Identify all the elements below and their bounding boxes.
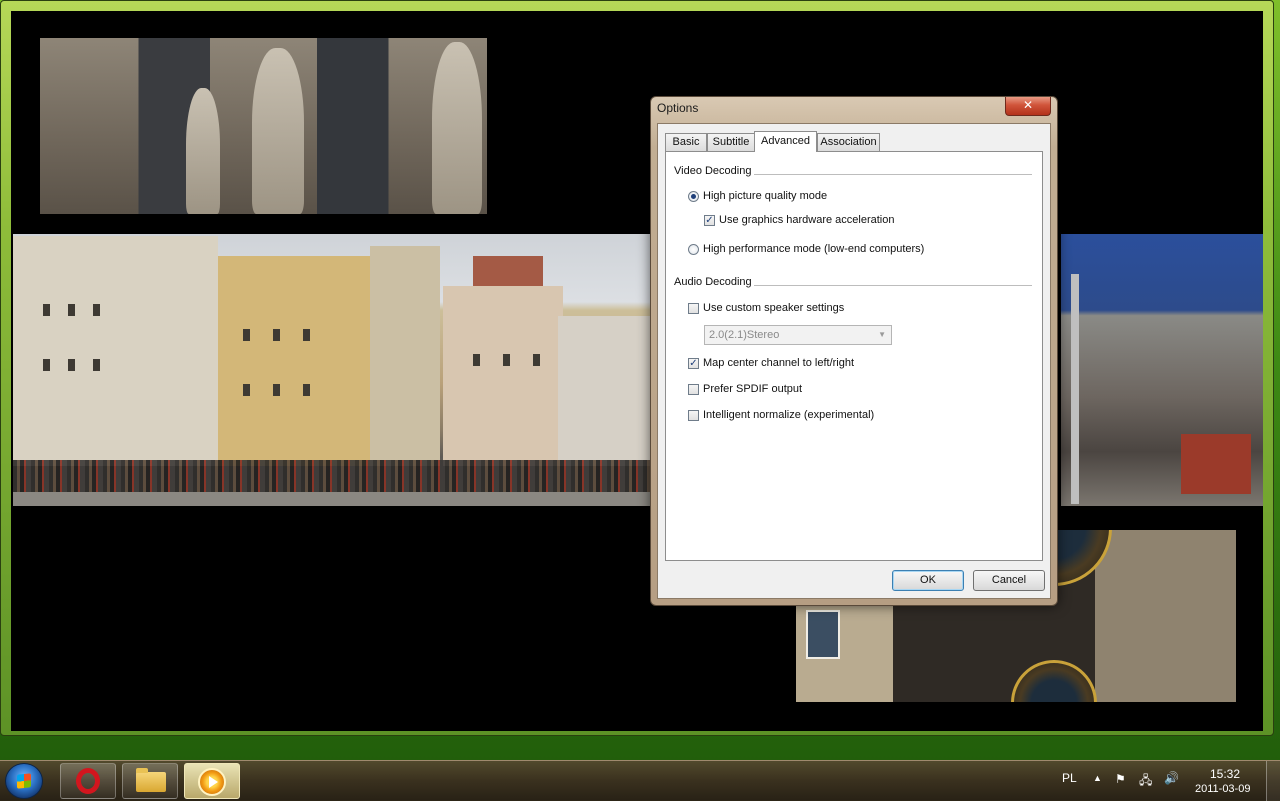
options-dialog: Options ✕ Basic Subtitle Advanced Associ…: [650, 96, 1058, 606]
speaker-config-select[interactable]: 2.0(2.1)Stereo ▼: [704, 325, 892, 345]
tab-association[interactable]: Association: [817, 133, 880, 151]
high-performance-option[interactable]: High performance mode (low-end computers…: [688, 243, 924, 255]
taskbar: PL ▲ ⚑ 🖧 🔊 15:32 2011-03-09: [0, 760, 1280, 801]
tab-advanced[interactable]: Advanced: [754, 131, 817, 152]
video-area[interactable]: [11, 11, 1263, 731]
network-icon[interactable]: 🖧: [1139, 771, 1152, 792]
high-performance-label: High performance mode (low-end computers…: [703, 243, 925, 255]
hw-accel-option[interactable]: ✓ Use graphics hardware acceleration: [704, 214, 894, 226]
language-indicator[interactable]: PL: [1062, 771, 1077, 785]
audio-decoding-label: Audio Decoding: [674, 276, 752, 288]
opera-icon: [76, 768, 100, 794]
taskbar-explorer[interactable]: [122, 763, 178, 799]
taskbar-media-player[interactable]: [184, 763, 240, 799]
hw-accel-label: Use graphics hardware acceleration: [719, 214, 895, 226]
custom-speaker-label: Use custom speaker settings: [703, 302, 845, 314]
map-center-label: Map center channel to left/right: [703, 357, 855, 369]
windows-explorer-icon: [136, 768, 166, 792]
tab-subtitle[interactable]: Subtitle: [707, 133, 755, 151]
action-center-flag-icon[interactable]: ⚑: [1115, 772, 1126, 786]
speaker-config-value: 2.0(2.1)Stereo: [709, 329, 780, 341]
statues-photo: [40, 38, 487, 214]
high-quality-option[interactable]: High picture quality mode: [688, 190, 827, 202]
high-quality-label: High picture quality mode: [703, 190, 828, 202]
audio-decoding-divider: [754, 285, 1032, 286]
volume-icon[interactable]: 🔊: [1164, 771, 1179, 785]
dialog-body: Basic Subtitle Advanced Association Vide…: [657, 123, 1051, 599]
show-hidden-icons-icon[interactable]: ▲: [1093, 773, 1102, 783]
prefer-spdif-option[interactable]: Prefer SPDIF output: [688, 383, 802, 395]
intelligent-normalize-checkbox[interactable]: [688, 409, 699, 421]
map-center-option[interactable]: ✓ Map center channel to left/right: [688, 357, 854, 369]
high-performance-radio[interactable]: [688, 243, 699, 255]
player-window: [0, 0, 1274, 736]
media-player-icon: [198, 768, 226, 796]
map-center-checkbox[interactable]: ✓: [688, 357, 699, 369]
intelligent-normalize-option[interactable]: Intelligent normalize (experimental): [688, 409, 874, 421]
custom-speaker-checkbox[interactable]: [688, 302, 699, 314]
chevron-down-icon: ▼: [878, 330, 886, 339]
clock-time[interactable]: 15:32: [1210, 767, 1240, 781]
close-button[interactable]: ✕: [1005, 97, 1051, 116]
cancel-button[interactable]: Cancel: [973, 570, 1045, 591]
video-decoding-label: Video Decoding: [674, 165, 752, 177]
hw-accel-checkbox[interactable]: ✓: [704, 214, 715, 226]
intelligent-normalize-label: Intelligent normalize (experimental): [703, 409, 875, 421]
taskbar-opera[interactable]: [60, 763, 116, 799]
ok-button[interactable]: OK: [892, 570, 964, 591]
prefer-spdif-label: Prefer SPDIF output: [703, 383, 803, 395]
clock-date[interactable]: 2011-03-09: [1195, 783, 1250, 795]
start-button[interactable]: [5, 763, 43, 799]
old-town-square-photo: [13, 234, 650, 506]
market-stall-photo: [1061, 234, 1263, 506]
high-quality-radio[interactable]: [688, 190, 699, 202]
video-decoding-divider: [754, 174, 1032, 175]
dialog-title: Options: [657, 101, 699, 115]
tab-basic[interactable]: Basic: [665, 133, 707, 151]
show-desktop-button[interactable]: [1266, 761, 1280, 801]
advanced-panel: Video Decoding High picture quality mode…: [665, 151, 1043, 561]
custom-speaker-option[interactable]: Use custom speaker settings: [688, 302, 844, 314]
prefer-spdif-checkbox[interactable]: [688, 383, 699, 395]
